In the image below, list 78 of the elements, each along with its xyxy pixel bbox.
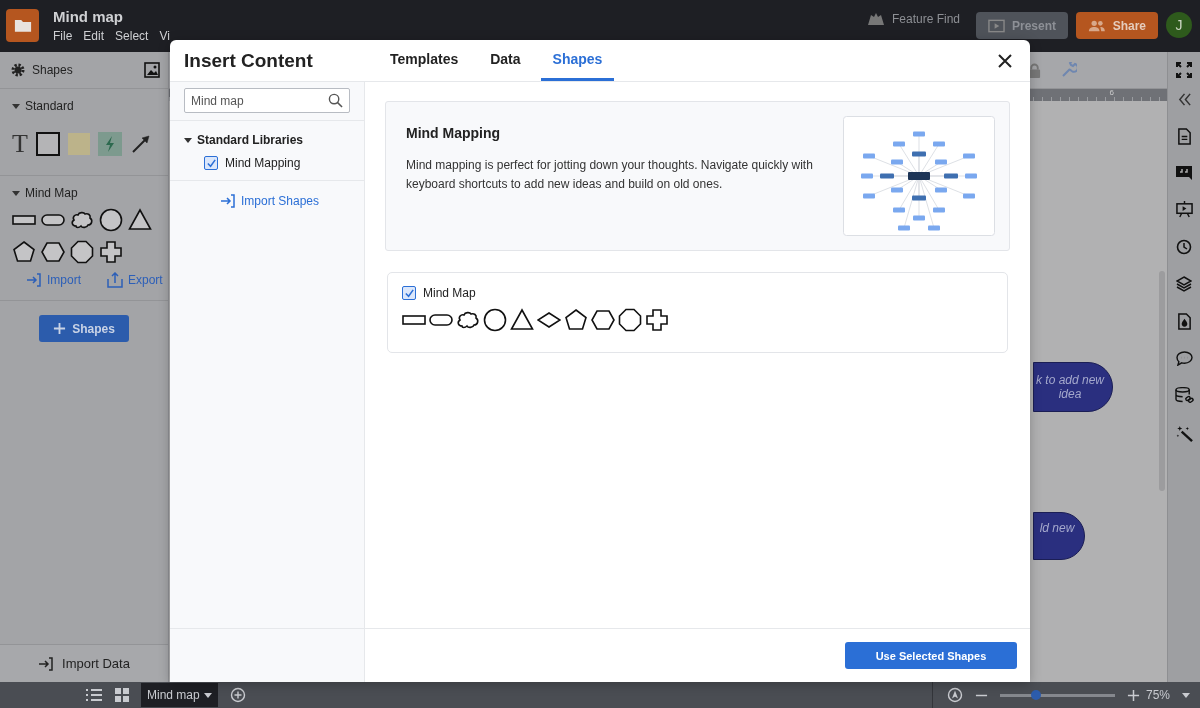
zoom-level[interactable]: 75% <box>1145 688 1170 702</box>
library-label[interactable]: Mind Mapping <box>225 156 301 170</box>
search-field[interactable]: Mind map <box>184 88 350 113</box>
presentation-icon[interactable] <box>1175 201 1193 218</box>
circle-icon[interactable] <box>99 208 123 232</box>
panel-title: Shapes <box>32 63 74 77</box>
menu-item[interactable]: Vi <box>159 29 170 43</box>
mountain-icon <box>865 12 886 26</box>
tab[interactable]: Shapes <box>540 40 615 81</box>
hexagon-icon[interactable] <box>591 308 615 332</box>
triangle-icon[interactable] <box>510 308 534 332</box>
add-page-icon[interactable] <box>229 687 246 703</box>
fullscreen-icon[interactable] <box>1176 62 1192 78</box>
close-icon[interactable] <box>998 53 1012 68</box>
menu-item[interactable]: File <box>53 29 73 43</box>
quote-icon[interactable] <box>1176 166 1192 180</box>
pentagon-icon[interactable] <box>12 240 36 264</box>
list-view-icon[interactable] <box>85 688 103 702</box>
document-title[interactable]: Mind map <box>53 8 170 25</box>
import-data-button[interactable]: Import Data <box>0 644 168 682</box>
plus-icon <box>53 322 67 335</box>
collapse-icon[interactable] <box>1176 92 1192 107</box>
dialog-title: Insert Content <box>184 49 314 72</box>
layers-icon[interactable] <box>1176 276 1192 292</box>
library-description: Mind mapping is perfect for jotting down your thoughts. Navigate quickly with keyboard shortcuts to add new ideas and build on old ones. <box>406 157 814 193</box>
add-shapes-button[interactable]: Shapes <box>39 315 129 342</box>
magic-wand-icon[interactable] <box>1175 425 1193 442</box>
lightning-icon[interactable] <box>97 132 122 156</box>
grid-view-icon[interactable] <box>115 688 129 702</box>
cross-icon[interactable] <box>99 240 123 264</box>
import-shapes-link[interactable]: Import Shapes <box>220 193 364 209</box>
lock-icon[interactable] <box>1028 62 1041 78</box>
square-icon[interactable] <box>35 132 60 156</box>
comment-icon[interactable] <box>1175 351 1193 366</box>
menu-item[interactable]: Select <box>115 29 149 43</box>
octagon-icon[interactable] <box>618 308 642 332</box>
gear-icon <box>10 62 26 78</box>
zoom-in-icon[interactable] <box>1126 688 1140 702</box>
page-settings-icon[interactable] <box>1176 128 1192 145</box>
checkbox[interactable] <box>204 156 218 170</box>
use-selected-shapes-button[interactable]: Use Selected Shapes <box>845 642 1017 669</box>
user-avatar[interactable]: J <box>1166 12 1192 38</box>
navigation-icon[interactable] <box>946 687 963 703</box>
feature-find-button[interactable]: Feature Find <box>865 12 960 26</box>
idea-node[interactable]: ld new <box>1033 512 1085 560</box>
section-header[interactable]: Mind Map <box>12 186 158 200</box>
import-icon <box>26 272 42 288</box>
export-icon <box>107 272 123 288</box>
import-icon <box>38 655 55 672</box>
text-tool[interactable]: T <box>12 131 28 157</box>
checkbox[interactable] <box>402 286 416 300</box>
play-screen-icon <box>988 18 1005 33</box>
menu-item[interactable]: Edit <box>83 29 105 43</box>
database-link-icon[interactable] <box>1174 387 1194 404</box>
section-header[interactable]: Standard <box>12 99 158 113</box>
pentagon-icon[interactable] <box>564 308 588 332</box>
octagon-icon[interactable] <box>70 240 94 264</box>
zoom-slider[interactable] <box>999 693 1115 697</box>
triangle-icon[interactable] <box>128 208 152 232</box>
image-icon[interactable] <box>144 62 160 78</box>
hexagon-icon[interactable] <box>41 240 65 264</box>
ruler-label: 6 <box>1109 88 1114 97</box>
shape-set-label[interactable]: Mind Map <box>423 286 476 300</box>
page-tab[interactable]: Mind map <box>141 683 218 707</box>
tab[interactable]: Data <box>478 40 533 81</box>
search-icon <box>328 93 343 108</box>
folder-logo-icon[interactable] <box>6 9 39 42</box>
idea-node[interactable]: k to add new idea <box>1033 362 1113 412</box>
caret-icon[interactable] <box>1182 692 1190 698</box>
library-title: Mind Mapping <box>406 125 501 141</box>
fill-page-icon[interactable] <box>1176 313 1192 330</box>
library-group-header[interactable]: Standard Libraries <box>184 133 350 147</box>
import-icon <box>220 193 236 209</box>
cross-icon[interactable] <box>645 308 669 332</box>
clock-icon[interactable] <box>1176 239 1192 255</box>
people-icon <box>1088 18 1106 33</box>
circle-icon[interactable] <box>483 308 507 332</box>
tab[interactable]: Templates <box>378 40 471 81</box>
